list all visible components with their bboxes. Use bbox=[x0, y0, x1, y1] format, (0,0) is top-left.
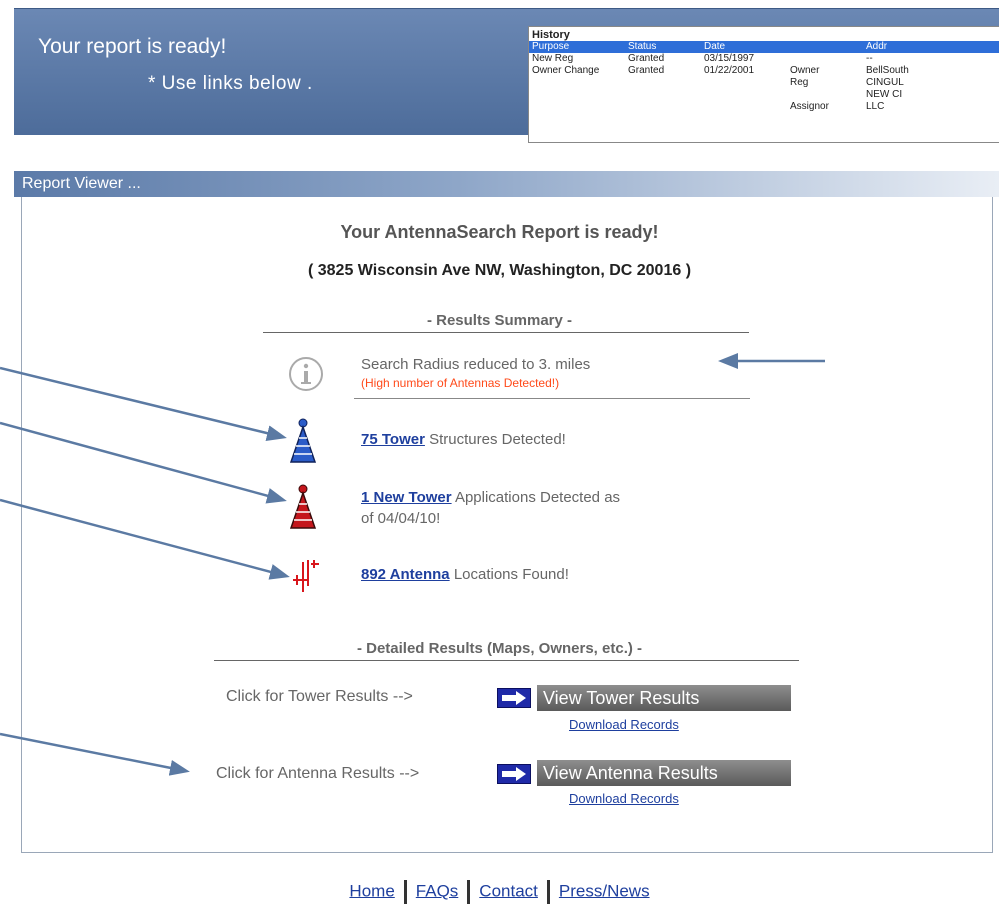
annotation-arrow bbox=[0, 732, 190, 776]
annotation-arrow bbox=[0, 366, 287, 441]
annotation-arrow bbox=[0, 421, 287, 504]
annotation-arrows bbox=[0, 353, 825, 776]
annotation-arrow bbox=[0, 498, 290, 580]
